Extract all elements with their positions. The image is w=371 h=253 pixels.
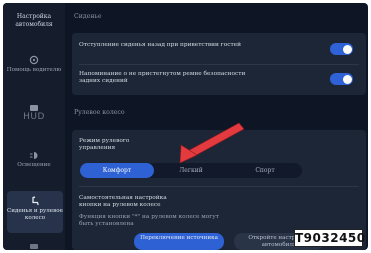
image-code-label: T9032450 (294, 229, 366, 247)
infotainment-screen: Настройка автомобиля Помощь водителю HUD… (3, 3, 368, 250)
annotation-arrow-icon (179, 122, 245, 164)
scroll-more-icon (30, 244, 38, 249)
